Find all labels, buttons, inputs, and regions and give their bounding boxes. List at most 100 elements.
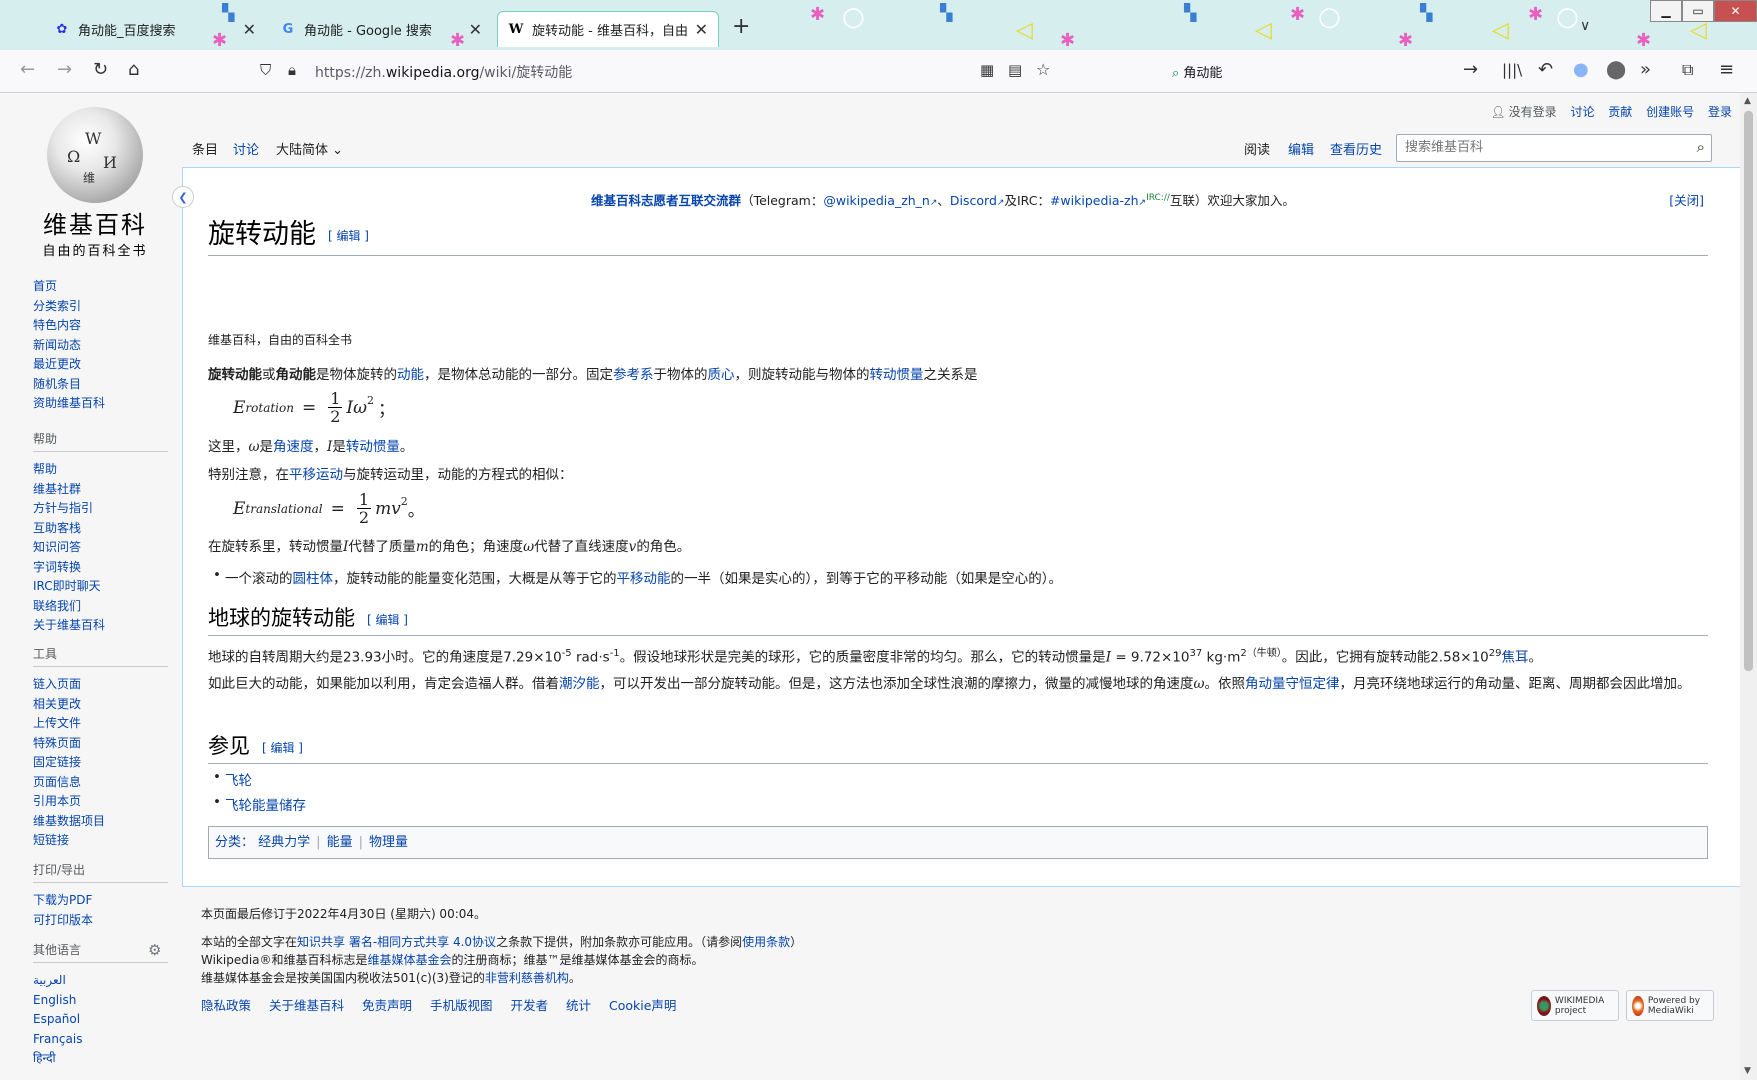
overflow-chevrons-icon[interactable]: » <box>1640 60 1651 80</box>
bookmark-star-icon[interactable]: ☆ <box>1036 60 1050 80</box>
extension-dots-icon[interactable]: ⬤ <box>1606 60 1626 80</box>
link-angular-momentum-conservation[interactable]: 角动量守恒定律 <box>1245 676 1340 692</box>
minimize-button[interactable]: ▁ <box>1650 0 1682 22</box>
scroll-up-icon[interactable]: ▲ <box>1744 96 1751 106</box>
search-bar[interactable]: ⌕ 角动能 <box>1172 62 1222 81</box>
edit-section-link[interactable]: [ 编辑 ] <box>262 741 303 755</box>
language-link[interactable]: Español <box>33 1010 173 1030</box>
sidebar-item[interactable]: 帮助 <box>33 460 173 480</box>
library-icon[interactable]: |||\ <box>1502 60 1522 80</box>
link-kinetic-energy[interactable]: 动能 <box>397 367 424 383</box>
list-all-tabs-icon[interactable]: ∨ <box>1580 18 1590 34</box>
edit-title-link[interactable]: [ 编辑 ] <box>328 229 369 243</box>
sidebar-item[interactable]: 特色内容 <box>33 316 173 336</box>
close-icon[interactable]: ✕ <box>243 20 256 39</box>
language-link[interactable]: العربية <box>33 971 173 991</box>
footer-link[interactable]: 隐私政策 <box>201 998 251 1013</box>
wiki-search-input[interactable] <box>1403 139 1677 156</box>
link-cylinder[interactable]: 圆柱体 <box>293 571 334 587</box>
sidebar-item[interactable]: 首页 <box>33 277 173 297</box>
sidebar-item[interactable]: 关于维基百科 <box>33 616 173 636</box>
wiki-search-box[interactable]: ⌕ <box>1396 134 1712 162</box>
go-arrow-icon[interactable]: → <box>1463 60 1478 80</box>
maximize-button[interactable]: ▭ <box>1682 0 1714 22</box>
discord-link[interactable]: Discord <box>950 193 997 208</box>
address-bar[interactable]: https://zh.wikipedia.org/wiki/旋转动能 <box>315 62 572 82</box>
footer-link[interactable]: 统计 <box>566 998 591 1013</box>
nonprofit-link[interactable]: 非营利慈善机构 <box>485 971 569 985</box>
language-link[interactable]: English <box>33 991 173 1011</box>
link-flywheel-energy-storage[interactable]: 飞轮能量储存 <box>225 798 306 814</box>
browser-tab-wikipedia[interactable]: W 旋转动能 - 维基百科，自由的百科全书 ✕ <box>497 11 719 47</box>
sidebar-item[interactable]: 随机条目 <box>33 375 173 395</box>
contributions-link[interactable]: 贡献 <box>1608 105 1632 119</box>
search-icon[interactable]: ⌕ <box>1697 138 1705 156</box>
link-translational-energy[interactable]: 平移动能 <box>617 571 671 587</box>
browser-tab-baidu[interactable]: ✿ 角动能_百度搜索 ✕ <box>44 11 266 47</box>
sidebar-item[interactable]: 链入页面 <box>33 675 173 695</box>
sidebar-item[interactable]: 可打印版本 <box>33 911 173 931</box>
sidebar-item[interactable]: 相关更改 <box>33 695 173 715</box>
home-icon[interactable]: ⌂ <box>128 60 139 80</box>
dismiss-notice-link[interactable]: [关闭] <box>1669 190 1704 209</box>
language-settings-gear-icon[interactable]: ⚙ <box>148 941 161 959</box>
sidebar-item[interactable]: 短链接 <box>33 831 173 851</box>
sidebar-item[interactable]: 新闻动态 <box>33 336 173 356</box>
extension-circle-icon[interactable]: ● <box>1573 60 1589 80</box>
undo-icon[interactable]: ↶ <box>1538 60 1553 80</box>
scroll-down-icon[interactable]: ▼ <box>1744 1066 1751 1076</box>
terms-of-use-link[interactable]: 使用条款 <box>742 935 790 949</box>
reader-view-icon[interactable]: ▤ <box>1008 60 1022 80</box>
extensions-puzzle-icon[interactable]: ⧉ <box>1682 60 1693 80</box>
link-tidal-energy[interactable]: 潮汐能 <box>559 676 600 692</box>
talk-link[interactable]: 讨论 <box>1570 105 1594 119</box>
license-link[interactable]: 知识共享 署名-相同方式共享 4.0协议 <box>297 935 496 949</box>
tab-talk[interactable]: 讨论 <box>225 141 267 161</box>
mediawiki-badge[interactable]: Powered by MediaWiki <box>1626 990 1714 1021</box>
edit-section-link[interactable]: [ 编辑 ] <box>367 613 408 627</box>
telegram-link[interactable]: @wikipedia_zh_n <box>823 193 930 208</box>
sidebar-item[interactable]: 引用本页 <box>33 792 173 812</box>
sidebar-item[interactable]: 互助客栈 <box>33 519 173 539</box>
shield-icon[interactable]: ⛉ <box>260 60 271 80</box>
notice-group-link[interactable]: 维基百科志愿者互联交流群 <box>591 193 741 208</box>
language-link[interactable]: हिन्दी <box>33 1049 173 1069</box>
tab-read[interactable]: 阅读 <box>1236 141 1278 161</box>
footer-link[interactable]: 开发者 <box>511 998 549 1013</box>
forward-icon[interactable]: → <box>57 60 72 80</box>
scrollbar-thumb[interactable] <box>1744 111 1753 671</box>
link-translational-motion[interactable]: 平移运动 <box>289 467 343 483</box>
sidebar-item[interactable]: 固定链接 <box>33 753 173 773</box>
close-icon[interactable]: ✕ <box>469 20 482 39</box>
sidebar-item[interactable]: 下载为PDF <box>33 891 173 911</box>
new-tab-button[interactable]: + <box>732 14 750 39</box>
variant-dropdown[interactable]: 大陆简体 ⌄ <box>268 141 351 161</box>
link-moment-of-inertia[interactable]: 转动惯量 <box>870 367 924 383</box>
sidebar-item[interactable]: 分类索引 <box>33 297 173 317</box>
footer-link[interactable]: 手机版视图 <box>430 998 493 1013</box>
page-scrollbar[interactable]: ▲ ▼ <box>1740 93 1757 1080</box>
category-link[interactable]: 能量 <box>327 835 353 850</box>
footer-link[interactable]: Cookie声明 <box>609 998 676 1013</box>
sidebar-item[interactable]: 知识问答 <box>33 538 173 558</box>
close-window-button[interactable]: ✕ <box>1714 0 1757 22</box>
link-angular-velocity[interactable]: 角速度 <box>273 439 314 455</box>
create-account-link[interactable]: 创建账号 <box>1646 105 1694 119</box>
footer-link[interactable]: 免责声明 <box>362 998 412 1013</box>
sidebar-item[interactable]: 联络我们 <box>33 597 173 617</box>
category-link[interactable]: 物理量 <box>369 835 408 850</box>
sidebar-item[interactable]: 字词转换 <box>33 558 173 578</box>
sidebar-item[interactable]: 最近更改 <box>33 355 173 375</box>
tab-article[interactable]: 条目 <box>184 141 226 161</box>
language-link[interactable]: Français <box>33 1030 173 1050</box>
tab-history[interactable]: 查看历史 <box>1322 141 1390 161</box>
irc-link[interactable]: #wikipedia-zh <box>1050 193 1139 208</box>
collapse-sidebar-button[interactable]: ❮ <box>172 186 194 208</box>
reload-icon[interactable]: ↻ <box>93 60 108 80</box>
sidebar-item[interactable]: IRC即时聊天 <box>33 577 173 597</box>
tab-edit[interactable]: 编辑 <box>1280 141 1322 161</box>
wikimedia-foundation-link[interactable]: 维基媒体基金会 <box>368 953 452 967</box>
browser-tab-google[interactable]: G 角动能 - Google 搜索 ✕ <box>270 11 492 47</box>
sidebar-item[interactable]: 上传文件 <box>33 714 173 734</box>
sidebar-item[interactable]: 资助维基百科 <box>33 394 173 414</box>
